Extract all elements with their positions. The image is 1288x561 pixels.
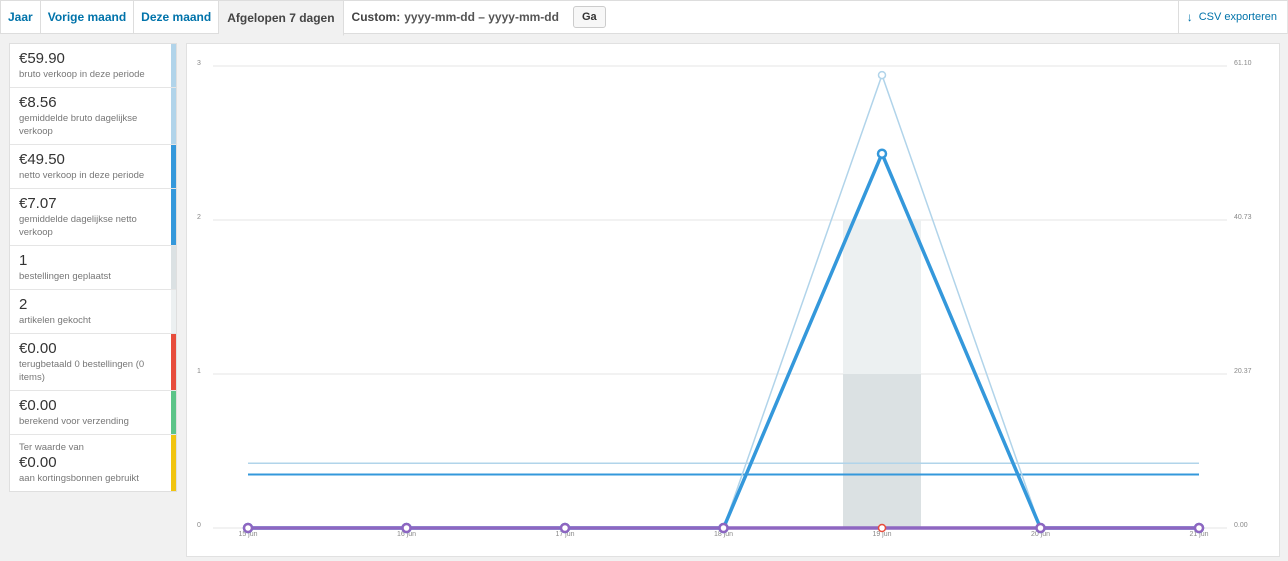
y-left-tick-label: 3	[197, 60, 201, 67]
legend-items-bought[interactable]: 2 artikelen gekocht	[10, 290, 176, 334]
legend-color-bar	[171, 145, 176, 188]
legend-color-bar	[171, 189, 176, 245]
download-arrow-icon: ↓	[1186, 10, 1193, 24]
legend-description: gemiddelde bruto dagelijkse verkoop	[19, 113, 138, 137]
chart-canvas: 01230.0020.3740.7361.1015 jun 16 jun 17 ju…	[197, 60, 1252, 538]
legend-average-net[interactable]: €7.07 gemiddelde dagelijkse netto verkoo…	[10, 189, 176, 246]
legend-description: bruto verkoop in deze periode	[19, 69, 145, 80]
point-net-sales	[876, 148, 888, 159]
y-left-tick-label: 0	[197, 522, 201, 529]
legend-amount: 1	[19, 252, 28, 269]
legend-color-bar	[171, 435, 176, 491]
custom-date-range-input[interactable]: yyyy-mm-dd – yyyy-mm-dd	[404, 10, 559, 24]
series-line-net-sales	[248, 149, 1199, 530]
bar-orders-placed	[843, 374, 921, 528]
legend-prefix: Ter waarde van	[19, 442, 84, 453]
legend-color-bar	[171, 88, 176, 144]
legend-amount: 2	[19, 296, 28, 313]
legend-amount: €0.00	[19, 340, 57, 357]
legend-shipping[interactable]: €0.00 berekend voor verzending	[10, 391, 176, 435]
point-refunds	[877, 523, 887, 533]
point-coupons	[242, 522, 254, 534]
sales-chart: 0 1 2 3 0.00 20.37 40.73 61.10 15 jun 16 jun 17 ju…	[186, 43, 1280, 557]
y-left-tick-label: 1	[197, 368, 201, 375]
tab-last-7-days[interactable]: Afgelopen 7 dagen	[219, 1, 344, 36]
point-coupons	[559, 522, 571, 534]
legend-color-bar	[171, 44, 176, 87]
legend-amount: €0.00	[19, 397, 57, 414]
csv-export-button[interactable]: ↓ CSV exporteren	[1177, 1, 1287, 33]
legend-amount: €8.56	[19, 94, 57, 111]
custom-range: Custom: yyyy-mm-dd – yyyy-mm-dd Ga	[344, 1, 606, 33]
legend-description: artikelen gekocht	[19, 315, 91, 326]
go-button[interactable]: Ga	[572, 6, 606, 28]
legend-color-bar	[171, 290, 176, 333]
chart-legend: €59.90 bruto verkoop in deze periode €8.…	[9, 43, 177, 492]
legend-gross-sales[interactable]: €59.90 bruto verkoop in deze periode	[10, 44, 176, 88]
legend-average-gross[interactable]: €8.56 gemiddelde bruto dagelijkse verkoo…	[10, 88, 176, 145]
legend-coupons[interactable]: Ter waarde van €0.00 aan kortingsbonnen …	[10, 435, 176, 491]
legend-description: netto verkoop in deze periode	[19, 170, 145, 181]
point-coupons	[1193, 522, 1205, 534]
legend-description: aan kortingsbonnen gebruikt	[19, 473, 139, 484]
legend-refunds[interactable]: €0.00 terugbetaald 0 bestellingen (0 ite…	[10, 334, 176, 391]
point-coupons	[401, 522, 412, 534]
y-right-tick-label: 61.10	[1234, 60, 1252, 67]
legend-amount: €7.07	[19, 195, 57, 212]
point-coupons	[718, 522, 729, 534]
legend-color-bar	[171, 334, 176, 390]
legend-color-bar	[171, 246, 176, 289]
point-gross-sales	[877, 70, 887, 80]
csv-export-label: CSV exporteren	[1198, 11, 1277, 23]
y-right-tick-label: 40.73	[1234, 214, 1252, 221]
legend-net-sales[interactable]: €49.50 netto verkoop in deze periode	[10, 145, 176, 189]
report-range-tabs: Jaar Vorige maand Deze maand Afgelopen 7…	[0, 0, 1288, 36]
legend-orders-placed[interactable]: 1 bestellingen geplaatst	[10, 246, 176, 290]
y-left-tick-label: 2	[197, 214, 201, 221]
legend-color-bar	[171, 391, 176, 434]
tab-this-month[interactable]: Deze maand	[134, 1, 220, 33]
point-coupons	[1035, 522, 1046, 534]
y-right-tick-label: 20.37	[1234, 368, 1252, 375]
tab-year[interactable]: Jaar	[1, 1, 41, 33]
custom-label: Custom:	[351, 10, 401, 24]
legend-amount: €0.00	[19, 454, 57, 471]
series-line-gross-sales	[248, 72, 1199, 529]
tab-last-month[interactable]: Vorige maand	[41, 1, 135, 33]
y-right-tick-label: 0.00	[1234, 522, 1248, 529]
legend-description: terugbetaald 0 bestellingen (0 items)	[19, 359, 145, 383]
legend-description: bestellingen geplaatst	[19, 271, 111, 282]
legend-description: gemiddelde dagelijkse netto verkoop	[19, 214, 137, 238]
legend-amount: €49.50	[19, 151, 65, 168]
legend-amount: €59.90	[19, 50, 65, 67]
legend-description: berekend voor verzending	[19, 416, 129, 427]
